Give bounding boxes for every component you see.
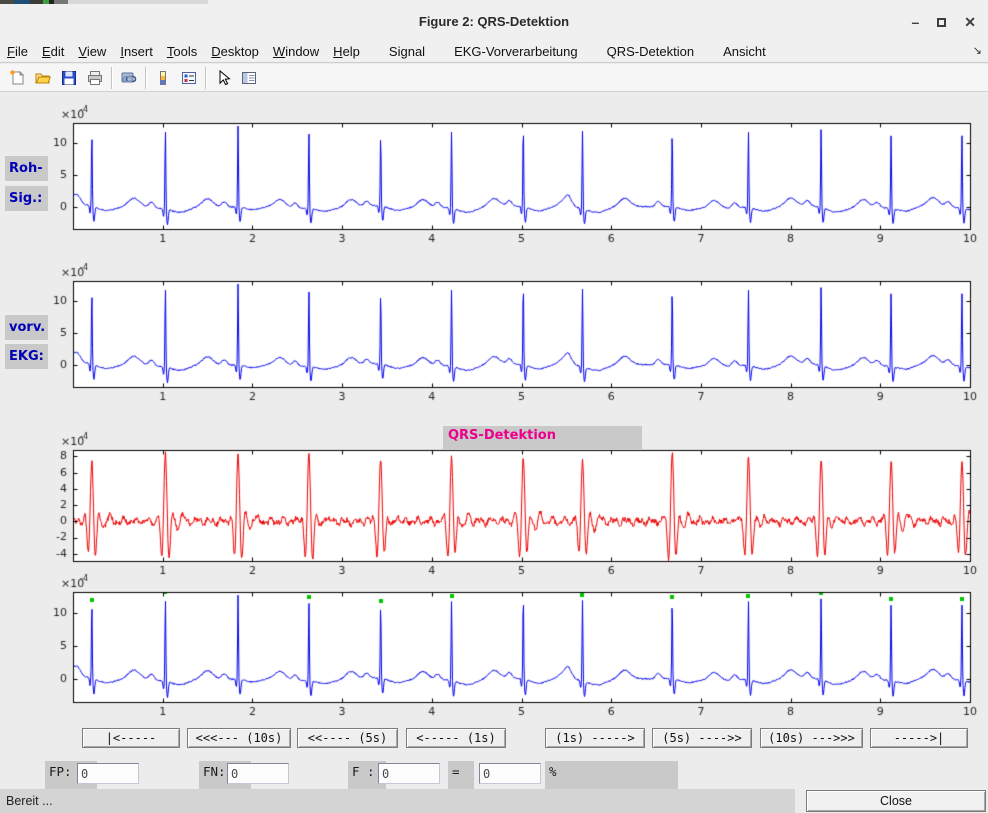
- toolbar-separator: [145, 67, 147, 89]
- menu-overflow-icon[interactable]: ↘: [973, 44, 982, 57]
- insert-colorbar-icon[interactable]: [150, 66, 176, 90]
- new-figure-icon[interactable]: [4, 66, 30, 90]
- menu-desktop[interactable]: Desktop: [204, 42, 266, 61]
- percent-label: %: [545, 761, 678, 790]
- equals-label: =: [448, 761, 474, 790]
- fn-input[interactable]: [227, 763, 289, 784]
- toolbar-separator: [111, 67, 113, 89]
- window-title: Figure 2: QRS-Detektion: [0, 14, 988, 29]
- nav-to-start-button[interactable]: |<-----: [82, 728, 180, 748]
- titlebar[interactable]: Figure 2: QRS-Detektion – ✕: [0, 4, 988, 40]
- maximize-icon[interactable]: [937, 18, 946, 27]
- menu-tools[interactable]: Tools: [160, 42, 204, 61]
- edit-plot-icon[interactable]: [210, 66, 236, 90]
- menu-signal[interactable]: Signal: [382, 42, 432, 61]
- menu-file[interactable]: File: [0, 42, 35, 61]
- menu-ansicht[interactable]: Ansicht: [716, 42, 773, 61]
- toolbar-separator: [205, 67, 207, 89]
- toolbar: [0, 64, 988, 92]
- nav-forward-1s-button[interactable]: (1s) ----->: [545, 728, 645, 748]
- nav-forward-5s-button[interactable]: (5s) ---->>: [652, 728, 752, 748]
- status-bar: Bereit ...: [0, 789, 795, 813]
- menu-window[interactable]: Window: [266, 42, 326, 61]
- label-roh: Roh-: [5, 156, 48, 181]
- menu-edit[interactable]: Edit: [35, 42, 71, 61]
- menu-help[interactable]: Help: [326, 42, 367, 61]
- percent-input[interactable]: [479, 763, 541, 784]
- label-sig: Sig.:: [5, 186, 48, 211]
- close-window-icon[interactable]: ✕: [964, 14, 976, 30]
- minimize-icon[interactable]: –: [911, 14, 919, 30]
- plot-roh-signal: [30, 104, 978, 254]
- plot3-title: QRS-Detektion: [443, 426, 642, 450]
- nav-forward-10s-button[interactable]: (10s) --->>>: [760, 728, 863, 748]
- nav-to-end-button[interactable]: ----->|: [870, 728, 968, 748]
- nav-back-10s-button[interactable]: <<<--- (10s): [187, 728, 291, 748]
- link-plot-icon[interactable]: [116, 66, 142, 90]
- menubar: File Edit View Insert Tools Desktop Wind…: [0, 40, 988, 63]
- plot-vorverarbeitetes-ekg: [30, 262, 978, 412]
- label-vorv: vorv.: [5, 315, 48, 340]
- menu-insert[interactable]: Insert: [113, 42, 160, 61]
- open-file-icon[interactable]: [30, 66, 56, 90]
- figure-window: Figure 2: QRS-Detektion – ✕ File Edit Vi…: [0, 0, 988, 813]
- property-inspector-icon[interactable]: [236, 66, 262, 90]
- plot-detektierte-r-zacken: [30, 573, 978, 723]
- label-ekg: EKG:: [5, 344, 48, 369]
- print-icon[interactable]: [82, 66, 108, 90]
- menu-qrs-detektion[interactable]: QRS-Detektion: [600, 42, 701, 61]
- close-button[interactable]: Close: [806, 790, 986, 812]
- menu-ekg-vorverarbeitung[interactable]: EKG-Vorverarbeitung: [447, 42, 585, 61]
- status-text: Bereit ...: [6, 794, 53, 808]
- nav-back-1s-button[interactable]: <----- (1s): [406, 728, 506, 748]
- f-input[interactable]: [378, 763, 440, 784]
- plot-qrs-detektion: [30, 431, 978, 581]
- insert-legend-icon[interactable]: [176, 66, 202, 90]
- fp-input[interactable]: [77, 763, 139, 784]
- save-figure-icon[interactable]: [56, 66, 82, 90]
- menu-view[interactable]: View: [71, 42, 113, 61]
- nav-back-5s-button[interactable]: <<---- (5s): [297, 728, 398, 748]
